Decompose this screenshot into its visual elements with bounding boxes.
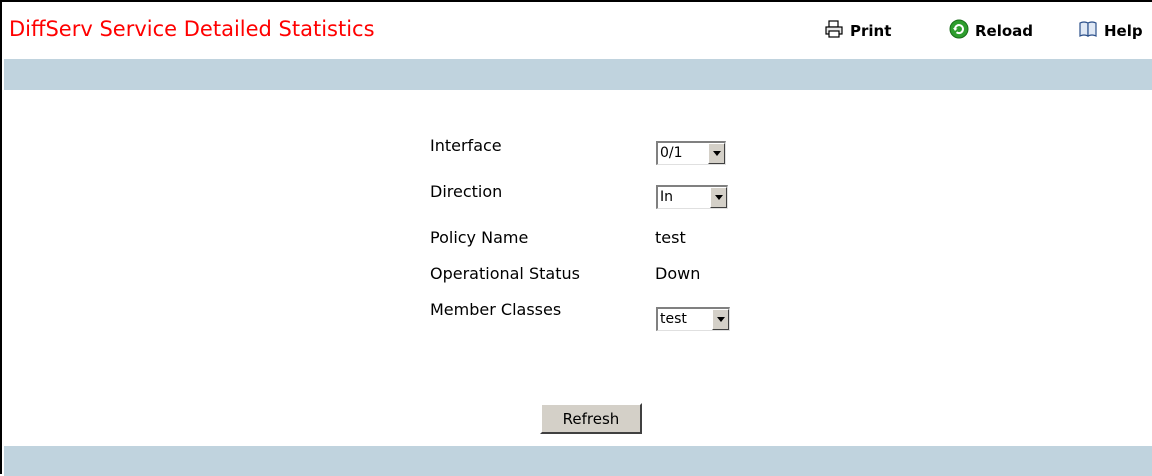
operational-status-value: Down xyxy=(655,264,701,283)
book-icon xyxy=(1078,20,1098,42)
interface-select[interactable]: 0/1 xyxy=(656,141,726,165)
print-label: Print xyxy=(850,22,892,40)
chevron-down-icon[interactable] xyxy=(712,309,729,330)
member-classes-select-value: test xyxy=(660,311,687,327)
reload-label: Reload xyxy=(975,22,1034,40)
footer-band xyxy=(4,446,1152,476)
direction-select[interactable]: In xyxy=(656,185,728,209)
interface-select-value: 0/1 xyxy=(660,145,683,161)
member-classes-label: Member Classes xyxy=(430,300,562,319)
print-button[interactable]: Print xyxy=(824,20,891,42)
member-classes-select[interactable]: test xyxy=(656,307,730,331)
policy-name-value: test xyxy=(655,228,686,247)
chevron-down-icon[interactable] xyxy=(708,143,725,164)
page-title: DiffServ Service Detailed Statistics xyxy=(9,17,375,41)
header-band xyxy=(4,59,1152,90)
direction-select-value: In xyxy=(660,189,674,205)
direction-label: Direction xyxy=(430,182,503,201)
refresh-button[interactable]: Refresh xyxy=(540,403,642,434)
operational-status-label: Operational Status xyxy=(430,264,580,283)
page-frame: DiffServ Service Detailed Statistics Pri… xyxy=(0,0,1152,476)
help-label: Help xyxy=(1104,22,1143,40)
interface-label: Interface xyxy=(430,136,502,155)
policy-name-label: Policy Name xyxy=(430,228,529,247)
help-button[interactable]: Help xyxy=(1078,20,1143,42)
printer-icon xyxy=(824,20,844,42)
reload-button[interactable]: Reload xyxy=(949,19,1034,43)
reload-icon xyxy=(949,19,969,43)
chevron-down-icon[interactable] xyxy=(710,187,727,208)
